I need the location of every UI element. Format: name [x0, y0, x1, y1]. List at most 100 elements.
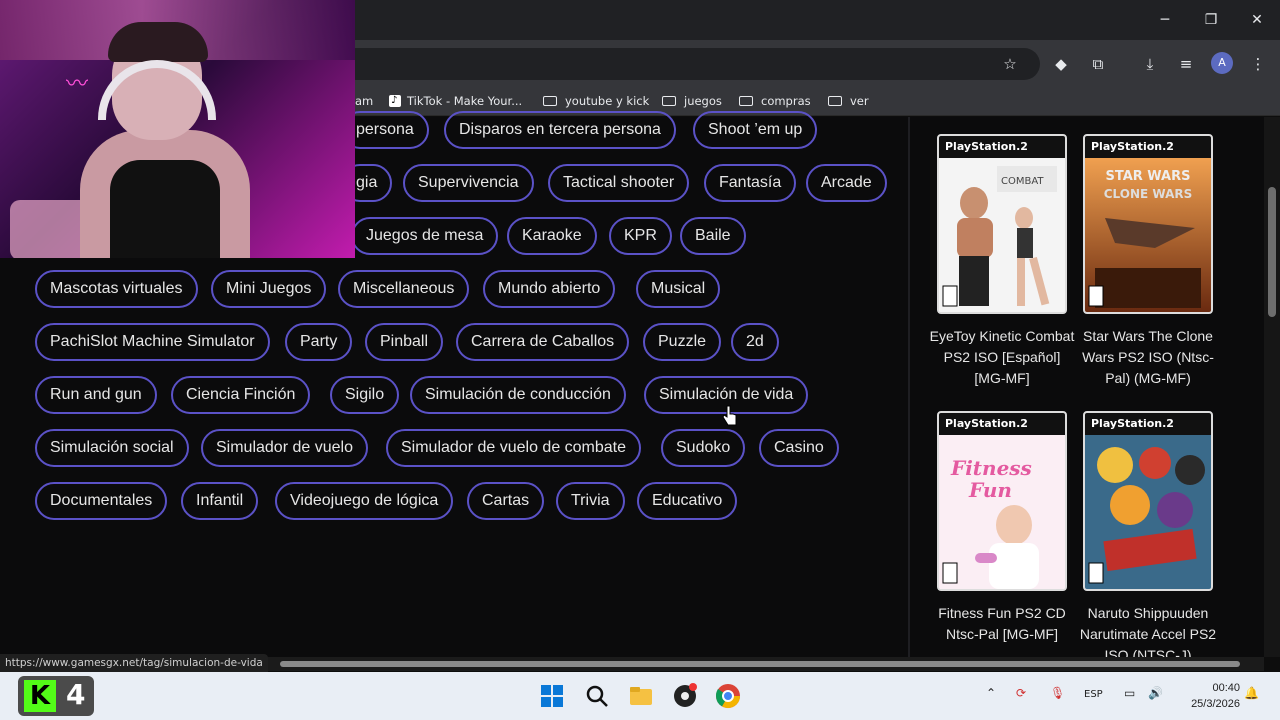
tag-link[interactable]: Pinball: [365, 323, 444, 361]
tag-link[interactable]: Run and gun: [35, 376, 157, 414]
tag-link[interactable]: Documentales: [35, 482, 168, 520]
bookmark-folder-youtube[interactable]: youtube y kick: [543, 92, 649, 110]
close-button[interactable]: ✕: [1245, 8, 1269, 32]
menu-kebab-icon[interactable]: ⋮: [1246, 52, 1270, 76]
vertical-scrollbar[interactable]: [1264, 117, 1280, 657]
tiktok-icon: [389, 92, 401, 110]
tag-link[interactable]: Shoot ’em up: [693, 111, 818, 149]
bookmark-folder-ver[interactable]: ver: [828, 92, 869, 110]
tag-link[interactable]: Miscellaneous: [338, 270, 470, 308]
tag-link[interactable]: Fantasía: [704, 164, 797, 202]
svg-text:Fun: Fun: [968, 478, 1012, 502]
game-cover[interactable]: PlayStation.2 COMBAT: [937, 134, 1067, 314]
game-card[interactable]: PlayStation.2 Fitness Fun Fitness Fun PS…: [927, 411, 1077, 645]
tag-link[interactable]: Mascotas virtuales: [35, 270, 198, 308]
tag-link[interactable]: 2d: [731, 323, 779, 361]
minimize-button[interactable]: ─: [1153, 8, 1177, 32]
game-cover[interactable]: PlayStation.2 Fitness Fun: [937, 411, 1067, 591]
cover-art-fitness: Fitness Fun: [939, 435, 1065, 589]
platform-label: PlayStation.2: [1085, 413, 1211, 435]
scrollbar-thumb[interactable]: [280, 661, 1240, 667]
folder-icon: [828, 96, 842, 106]
cam-person-shirt: [110, 160, 220, 258]
extensions-puzzle-icon[interactable]: ⧉: [1086, 52, 1110, 76]
sidebar-divider: [908, 117, 910, 657]
bookmark-star-icon[interactable]: ☆: [998, 52, 1022, 76]
tag-link[interactable]: Simulación social: [35, 429, 189, 467]
tag-link[interactable]: Educativo: [637, 482, 738, 520]
kick-count: 4: [66, 678, 86, 711]
tag-link[interactable]: Casino: [759, 429, 839, 467]
tag-link[interactable]: Puzzle: [643, 323, 722, 361]
volume-icon[interactable]: 🔊: [1148, 686, 1163, 700]
cover-art-kinetic: COMBAT: [939, 158, 1065, 312]
clock-date: 25/3/2026: [1191, 698, 1240, 710]
bookmark-label: ver: [850, 94, 869, 108]
tag-link[interactable]: Baile: [680, 217, 746, 255]
bookmark-tiktok[interactable]: TikTok - Make Your...: [389, 92, 522, 110]
tag-link[interactable]: Mundo abierto: [483, 270, 616, 308]
download-icon[interactable]: ⤓: [1138, 52, 1162, 76]
bookmark-folder-compras[interactable]: compras: [739, 92, 811, 110]
profile-avatar[interactable]: A: [1211, 52, 1233, 74]
kick-widget[interactable]: K 4: [18, 676, 94, 716]
bookmark-label: juegos: [684, 94, 722, 108]
file-explorer-icon[interactable]: [627, 682, 655, 710]
tag-link[interactable]: Simulador de vuelo: [201, 429, 368, 467]
tag-link[interactable]: Karaoke: [507, 217, 597, 255]
maximize-button[interactable]: ❐: [1199, 8, 1223, 32]
search-icon[interactable]: [583, 682, 611, 710]
obs-icon[interactable]: [671, 682, 699, 710]
tag-link[interactable]: PachiSlot Machine Simulator: [35, 323, 270, 361]
tag-link[interactable]: Supervivencia: [403, 164, 534, 202]
tag-link[interactable]: Cartas: [467, 482, 545, 520]
bookmark-folder-juegos[interactable]: juegos: [662, 92, 722, 110]
game-card[interactable]: PlayStation.2 COMBAT EyeToy Kinetic Comb…: [927, 134, 1077, 389]
clock-time: 00:40: [1212, 682, 1240, 694]
tag-link[interactable]: Tactical shooter: [548, 164, 690, 202]
folder-icon: [739, 96, 753, 106]
game-title[interactable]: Star Wars The Clone Wars PS2 ISO (Ntsc-P…: [1073, 326, 1223, 389]
game-title[interactable]: Fitness Fun PS2 CD Ntsc-Pal [MG-MF]: [927, 603, 1077, 645]
tag-link[interactable]: Simulador de vuelo de combate: [386, 429, 642, 467]
chrome-icon[interactable]: [714, 682, 742, 710]
tag-link[interactable]: Party: [285, 323, 353, 361]
tag-link[interactable]: Simulación de conducción: [410, 376, 626, 414]
scrollbar-thumb[interactable]: [1268, 187, 1276, 317]
folder-icon: [543, 96, 557, 106]
tag-link[interactable]: Arcade: [806, 164, 887, 202]
language-indicator[interactable]: ESP: [1084, 689, 1103, 700]
game-card[interactable]: PlayStation.2 Naruto Shippuuden Narutima…: [1073, 411, 1223, 666]
tag-link[interactable]: Disparos en tercera persona: [444, 111, 676, 149]
system-clock[interactable]: 00:40 25/3/2026: [1180, 680, 1240, 712]
game-cover[interactable]: PlayStation.2 STAR WARS CLONE WARS: [1083, 134, 1213, 314]
game-title[interactable]: EyeToy Kinetic Combat PS2 ISO [Español] …: [927, 326, 1077, 389]
microphone-icon[interactable]: 🎙: [1050, 686, 1065, 700]
sync-icon[interactable]: ⟳: [1016, 686, 1026, 700]
tag-link[interactable]: KPR: [609, 217, 672, 255]
tray-chevron-icon[interactable]: ⌃: [986, 686, 996, 700]
tag-link[interactable]: Juegos de mesa: [351, 217, 499, 255]
tag-link[interactable]: Ciencia Finción: [171, 376, 311, 414]
game-card[interactable]: PlayStation.2 STAR WARS CLONE WARS Star …: [1073, 134, 1223, 389]
windows-start-icon[interactable]: [538, 682, 566, 710]
tag-link[interactable]: Carrera de Caballos: [456, 323, 630, 361]
media-control-icon[interactable]: ≡: [1174, 52, 1198, 76]
bookmark-item[interactable]: am: [355, 92, 373, 110]
tag-link[interactable]: Mini Juegos: [211, 270, 327, 308]
network-icon[interactable]: ▭: [1124, 686, 1135, 700]
notification-bell-icon[interactable]: 🔔: [1244, 686, 1259, 700]
address-bar[interactable]: [340, 48, 1040, 80]
tag-link[interactable]: Videojuego de lógica: [275, 482, 454, 520]
cam-person-hair: [108, 22, 208, 62]
hand-cursor-icon: [722, 405, 737, 426]
bookmark-label: youtube y kick: [565, 94, 650, 108]
tag-link[interactable]: Sigilo: [330, 376, 400, 414]
tag-link[interactable]: Musical: [636, 270, 721, 308]
game-cover[interactable]: PlayStation.2: [1083, 411, 1213, 591]
tag-link[interactable]: Infantil: [181, 482, 259, 520]
extension-icon[interactable]: ◆: [1049, 52, 1073, 76]
folder-icon: [662, 96, 676, 106]
tag-link[interactable]: Sudoko: [661, 429, 746, 467]
tag-link[interactable]: Trivia: [556, 482, 625, 520]
